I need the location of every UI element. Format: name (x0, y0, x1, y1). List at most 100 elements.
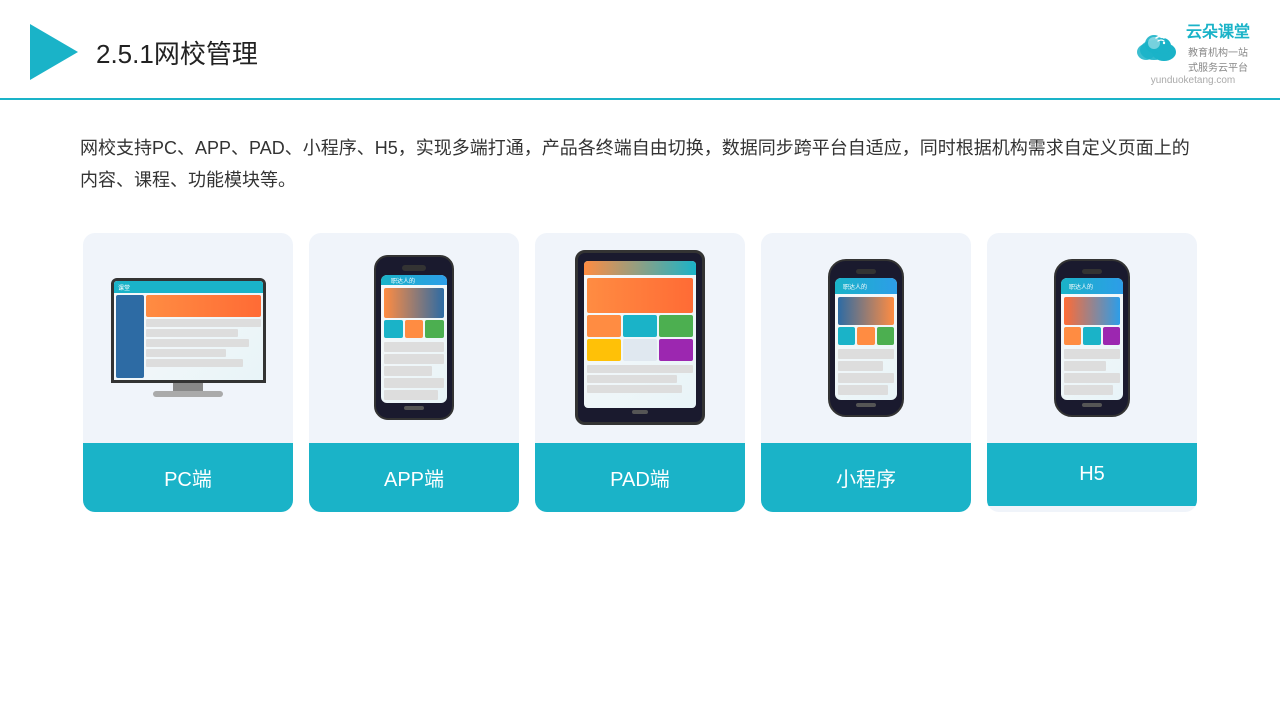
phone-content (1061, 294, 1123, 400)
phone-home-button (404, 406, 424, 410)
pc-screen: 课堂 (111, 278, 266, 383)
phone-notch (1082, 269, 1102, 274)
phone-top-bar: 职达人的 (381, 275, 447, 285)
card-app-label: APP端 (309, 443, 519, 512)
tablet-item (659, 315, 693, 337)
pc-device-mock: 课堂 (111, 278, 266, 397)
card-miniprogram: 职达人的 (761, 233, 971, 512)
phone-list (838, 349, 894, 395)
list-item (1064, 385, 1113, 395)
cloud-logo: 云朵课堂 教育机构一站式服务云平台 (1136, 18, 1250, 74)
card-pc-image: 课堂 (83, 233, 293, 443)
phone-home-button (856, 403, 876, 407)
card-pc-label: PC端 (83, 443, 293, 512)
tablet-row (587, 365, 693, 373)
phone-home-button (1082, 403, 1102, 407)
grid-item (384, 320, 403, 338)
phone-notch (402, 265, 426, 271)
logo-url: yunduoketang.com (1151, 75, 1236, 86)
card-app-image: 职达人的 (309, 233, 519, 443)
phone-list (1064, 349, 1120, 395)
card-app: 职达人的 (309, 233, 519, 512)
brand-logo: 云朵课堂 教育机构一站式服务云平台 yunduoketang.com (1136, 18, 1250, 86)
app-device-mock: 职达人的 (374, 255, 454, 420)
grid-item (838, 327, 855, 345)
list-item (1064, 361, 1106, 371)
phone-screen: 职达人的 (381, 275, 447, 403)
card-h5-image: 职达人的 (987, 233, 1197, 443)
phone-top-bar: 职达人的 (835, 278, 897, 294)
grid-item (877, 327, 894, 345)
card-miniprogram-image: 职达人的 (761, 233, 971, 443)
list-item (838, 361, 883, 371)
tablet-body (584, 275, 696, 408)
card-h5-label: H5 (987, 443, 1197, 506)
card-pad-image (535, 233, 745, 443)
list-item (384, 378, 444, 388)
header: 2.5.1网校管理 云朵课堂 教育机构一站式服务云平台 yund (0, 0, 1280, 100)
phone-banner (838, 297, 894, 325)
card-pad-label: PAD端 (535, 443, 745, 512)
miniprogram-device-mock: 职达人的 (828, 259, 904, 417)
phone-screen: 职达人的 (835, 278, 897, 400)
h5-device-mock: 职达人的 (1054, 259, 1130, 417)
tablet-screen (584, 261, 696, 408)
grid-item (425, 320, 444, 338)
phone-top-bar: 职达人的 (1061, 278, 1123, 294)
phone-banner (384, 288, 444, 318)
title-prefix: 2.5.1 (96, 39, 154, 69)
list-item (1064, 349, 1120, 359)
logo-triangle-icon (30, 24, 78, 80)
list-item (838, 349, 894, 359)
list-item (838, 373, 894, 383)
list-item (384, 366, 432, 376)
cards-container: 课堂 (0, 197, 1280, 512)
phone-content (381, 285, 447, 403)
list-item (384, 342, 444, 352)
grid-item (1064, 327, 1081, 345)
card-miniprogram-label: 小程序 (761, 443, 971, 512)
tablet-grid (587, 315, 693, 361)
tablet-row (587, 375, 677, 383)
svg-text:职达人的: 职达人的 (1069, 283, 1093, 291)
phone-grid (1064, 327, 1120, 345)
card-pc: 课堂 (83, 233, 293, 512)
list-item (1064, 373, 1120, 383)
pad-device-mock (575, 250, 705, 425)
list-item (838, 385, 888, 395)
phone-list (384, 342, 444, 400)
grid-item (857, 327, 874, 345)
tablet-item (623, 315, 657, 337)
phone-grid (838, 327, 894, 345)
phone-screen: 职达人的 (1061, 278, 1123, 400)
phone-notch (856, 269, 876, 274)
logo-text-group: 云朵课堂 教育机构一站式服务云平台 (1186, 18, 1250, 74)
tablet-item (623, 339, 657, 361)
card-h5: 职达人的 (987, 233, 1197, 512)
phone-content (835, 294, 897, 400)
card-pad: PAD端 (535, 233, 745, 512)
logo-tagline: 教育机构一站式服务云平台 (1186, 44, 1250, 74)
cloud-icon (1136, 30, 1180, 62)
page-title: 2.5.1网校管理 (96, 34, 258, 71)
tablet-home-button (632, 410, 648, 414)
svg-text:职达人的: 职达人的 (843, 283, 867, 291)
grid-item (1103, 327, 1120, 345)
description-paragraph: 网校支持PC、APP、PAD、小程序、H5，实现多端打通，产品各终端自由切换，数… (80, 132, 1200, 197)
logo-name: 云朵课堂 (1186, 18, 1250, 42)
phone-grid (384, 320, 444, 338)
phone-banner (1064, 297, 1120, 325)
title-main: 网校管理 (154, 39, 258, 69)
tablet-item (587, 339, 621, 361)
header-left: 2.5.1网校管理 (30, 24, 258, 80)
tablet-item (587, 315, 621, 337)
grid-item (1083, 327, 1100, 345)
list-item (384, 390, 438, 400)
tablet-banner (587, 278, 693, 313)
svg-text:课堂: 课堂 (118, 284, 130, 291)
tablet-item (659, 339, 693, 361)
svg-text:职达人的: 职达人的 (391, 277, 415, 285)
tablet-row (587, 385, 682, 393)
grid-item (405, 320, 424, 338)
list-item (384, 354, 444, 364)
